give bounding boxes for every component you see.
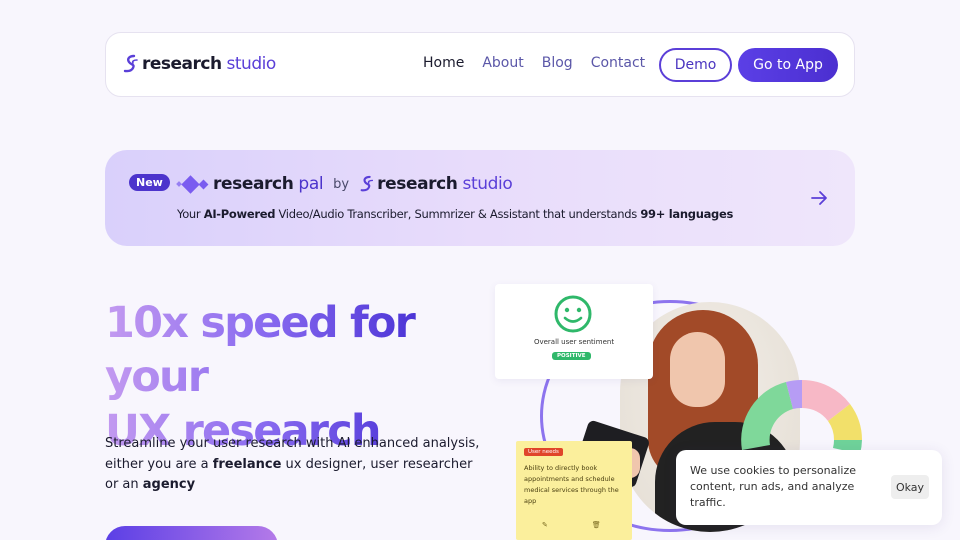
hero-title-line-1: 10x speed for your (105, 298, 415, 402)
banner-title-row: research pal by research studio (176, 174, 513, 194)
banner-subtitle: Your AI-Powered Video/Audio Transcriber,… (177, 207, 734, 221)
banner-brand-logo: research studio (359, 174, 513, 194)
announcement-banner[interactable]: New research pal by research studio Your… (105, 150, 855, 246)
go-to-app-button[interactable]: Go to App (738, 48, 838, 82)
note-text: Ability to directly book appointments an… (524, 464, 619, 505)
nav-link-home[interactable]: Home (423, 55, 464, 71)
new-badge: New (129, 174, 170, 191)
smiley-face-icon (554, 295, 592, 333)
hero-cta-button[interactable] (105, 526, 278, 540)
nav-link-contact[interactable]: Contact (591, 55, 645, 71)
hero-description: Streamline your user research with AI en… (105, 436, 480, 492)
cookie-text: We use cookies to personalize content, r… (690, 464, 857, 509)
nav-links: Home About Blog Contact (423, 55, 645, 71)
logo-mark-icon (123, 54, 138, 73)
edit-icon: ✎ (542, 521, 548, 529)
sentiment-badge: POSITIVE (552, 352, 591, 360)
logo-mark-icon (360, 175, 374, 192)
gem-icon (176, 174, 209, 194)
nav-link-about[interactable]: About (482, 55, 523, 71)
top-navbar: research studio Home About Blog Contact … (105, 32, 855, 97)
brand-logo-text: research studio (142, 54, 276, 74)
sentiment-card: Overall user sentiment POSITIVE (495, 284, 653, 379)
brand-logo[interactable]: research studio (122, 53, 276, 75)
nav-link-blog[interactable]: Blog (542, 55, 573, 71)
arrow-right-icon[interactable] (809, 188, 829, 208)
trash-icon: 🗑 (591, 521, 601, 529)
user-needs-note: User needs Ability to directly book appo… (516, 441, 632, 540)
demo-button[interactable]: Demo (659, 48, 732, 82)
sentiment-label: Overall user sentiment (533, 338, 615, 346)
banner-by-label: by (333, 176, 350, 192)
cookie-okay-button[interactable]: Okay (891, 475, 929, 499)
product-name: research pal (213, 174, 324, 194)
cookie-banner: We use cookies to personalize content, r… (676, 450, 942, 525)
note-tag: User needs (524, 448, 563, 456)
